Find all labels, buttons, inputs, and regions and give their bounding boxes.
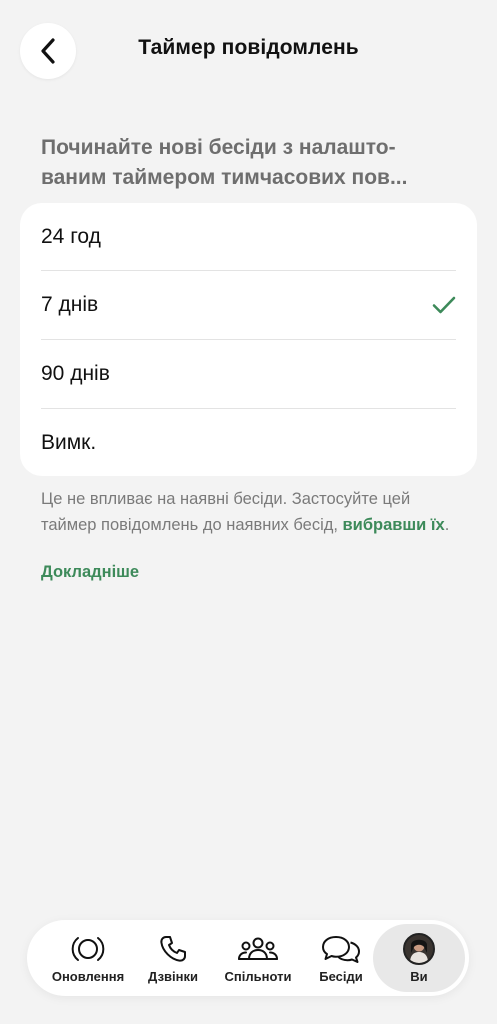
tab-you[interactable]: Ви (373, 924, 465, 992)
tab-label: Спільноти (224, 969, 292, 984)
info-note: Це не впливає на наявні бесіди. Застосуй… (41, 486, 457, 538)
bottom-tab-bar: Оновлення Дзвінки Спільноти Бесіди Ви (27, 920, 469, 996)
tab-communities[interactable]: Спільноти (212, 920, 304, 996)
page-title: Таймер повідомлень (138, 36, 359, 59)
option-label: 24 год (41, 225, 101, 248)
option-label: 7 днів (41, 293, 99, 316)
option-7days[interactable]: 7 днів (41, 271, 456, 339)
learn-more-link[interactable]: Докладніше (41, 563, 139, 582)
option-label: Вимк. (41, 431, 97, 454)
tab-label: Оновлення (51, 969, 125, 984)
avatar (403, 933, 435, 965)
tab-chats[interactable]: Бесіди (297, 920, 385, 996)
checkmark-icon (432, 296, 456, 314)
option-90days[interactable]: 90 днів (41, 340, 456, 408)
phone-icon (160, 936, 186, 962)
updates-icon (71, 937, 105, 961)
tab-updates[interactable]: Оновлення (43, 920, 133, 996)
tab-label: Ви (410, 969, 428, 984)
tab-label: Бесіди (319, 969, 363, 984)
note-end: . (444, 516, 450, 534)
communities-icon (238, 937, 278, 960)
option-off[interactable]: Вимк. (41, 409, 456, 476)
section-description: Починайте нові бесіди з налашто-ваним та… (41, 136, 408, 189)
tab-calls[interactable]: Дзвінки (129, 920, 217, 996)
option-24h[interactable]: 24 год (41, 203, 456, 271)
tab-label: Дзвінки (147, 969, 198, 984)
option-label: 90 днів (41, 362, 110, 385)
chats-icon (322, 936, 360, 963)
select-chats-link[interactable]: вибравши їх (343, 516, 445, 534)
timer-options-card: 24 год 7 днів 90 днів Вимк. (20, 203, 477, 476)
